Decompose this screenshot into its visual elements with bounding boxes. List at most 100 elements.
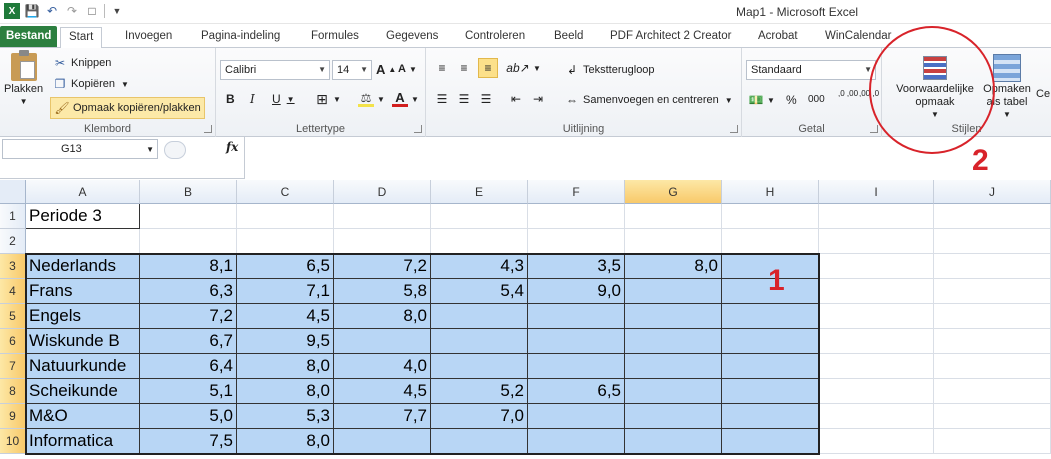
cell-e4[interactable]: 5,4: [431, 279, 528, 304]
cell-c2[interactable]: [237, 229, 334, 254]
cell-j1[interactable]: [934, 204, 1051, 229]
cell-j4[interactable]: [934, 279, 1051, 304]
cell-j2[interactable]: [934, 229, 1051, 254]
cell-i7[interactable]: [819, 354, 934, 379]
cell-j8[interactable]: [934, 379, 1051, 404]
customize-qat-icon[interactable]: ▼: [109, 3, 125, 19]
column-header-j[interactable]: J: [934, 180, 1051, 204]
cell-f5[interactable]: [528, 304, 625, 329]
bold-button[interactable]: B: [226, 92, 235, 106]
tab-formules[interactable]: Formules: [303, 27, 367, 48]
cell-c1[interactable]: [237, 204, 334, 229]
currency-button[interactable]: 💵 ▼: [748, 92, 775, 108]
cell-b9[interactable]: 5,0: [140, 404, 237, 429]
cell-a3[interactable]: Nederlands: [26, 254, 140, 279]
tab-wincalendar[interactable]: WinCalendar: [817, 27, 899, 48]
cell-g1[interactable]: [625, 204, 722, 229]
cell-e9[interactable]: 7,0: [431, 404, 528, 429]
insert-function-icon[interactable]: fx: [226, 140, 238, 154]
cell-e2[interactable]: [431, 229, 528, 254]
cell-j5[interactable]: [934, 304, 1051, 329]
cell-d8[interactable]: 4,5: [334, 379, 431, 404]
font-size-select[interactable]: 14 ▼: [332, 60, 372, 80]
cell-f6[interactable]: [528, 329, 625, 354]
row-header-1[interactable]: 1: [0, 204, 26, 229]
cell-g10[interactable]: [625, 429, 722, 454]
cell-e10[interactable]: [431, 429, 528, 454]
merge-center-button[interactable]: ⇔ Samenvoegen en centreren ▼: [564, 92, 733, 108]
cell-b5[interactable]: 7,2: [140, 304, 237, 329]
copy-button[interactable]: ❐ Kopiëren ▼: [52, 76, 129, 92]
cell-i1[interactable]: [819, 204, 934, 229]
cell-b7[interactable]: 6,4: [140, 354, 237, 379]
cell-e6[interactable]: [431, 329, 528, 354]
decrease-indent-button[interactable]: ⇤: [508, 91, 524, 107]
number-format-select[interactable]: Standaard ▼: [746, 60, 876, 80]
cell-a9[interactable]: M&O: [26, 404, 140, 429]
decrease-decimals-button[interactable]: ,00 ,0: [859, 90, 879, 98]
cell-i4[interactable]: [819, 279, 934, 304]
cell-a5[interactable]: Engels: [26, 304, 140, 329]
cell-j7[interactable]: [934, 354, 1051, 379]
cell-d4[interactable]: 5,8: [334, 279, 431, 304]
column-header-c[interactable]: C: [237, 180, 334, 204]
row-header-10[interactable]: 10: [0, 429, 26, 454]
increase-decimals-button[interactable]: ,0 ,00: [838, 90, 858, 98]
tab-gegevens[interactable]: Gegevens: [378, 27, 446, 48]
cell-b2[interactable]: [140, 229, 237, 254]
cell-h9[interactable]: [722, 404, 819, 429]
align-right-button[interactable]: ☰: [478, 91, 494, 107]
formula-input[interactable]: [244, 137, 1051, 179]
cell-g9[interactable]: [625, 404, 722, 429]
cell-j6[interactable]: [934, 329, 1051, 354]
cell-i6[interactable]: [819, 329, 934, 354]
align-left-button[interactable]: ☰: [434, 91, 450, 107]
tab-pagina-indeling[interactable]: Pagina-indeling: [193, 27, 288, 48]
thousands-button[interactable]: 000: [808, 94, 825, 105]
cell-e3[interactable]: 4,3: [431, 254, 528, 279]
cell-b10[interactable]: 7,5: [140, 429, 237, 454]
cell-a8[interactable]: Scheikunde: [26, 379, 140, 404]
cut-button[interactable]: ✂ Knippen: [52, 55, 111, 71]
font-color-button[interactable]: A ▼: [392, 90, 419, 107]
cell-c3[interactable]: 6,5: [237, 254, 334, 279]
cell-j3[interactable]: [934, 254, 1051, 279]
cell-c8[interactable]: 8,0: [237, 379, 334, 404]
format-as-table-button[interactable]: Opmaken als tabel ▼: [982, 54, 1032, 119]
cell-g3[interactable]: 8,0: [625, 254, 722, 279]
align-center-button[interactable]: ☰: [456, 91, 472, 107]
excel-icon[interactable]: X: [4, 3, 20, 19]
cell-b3[interactable]: 8,1: [140, 254, 237, 279]
cell-i2[interactable]: [819, 229, 934, 254]
column-header-i[interactable]: I: [819, 180, 934, 204]
cell-g2[interactable]: [625, 229, 722, 254]
column-header-g[interactable]: G: [625, 180, 722, 204]
cell-h5[interactable]: [722, 304, 819, 329]
cell-e7[interactable]: [431, 354, 528, 379]
number-launcher-icon[interactable]: [870, 125, 878, 133]
cell-styles-button[interactable]: Ce: [1036, 88, 1050, 100]
save-icon[interactable]: 💾: [24, 3, 40, 19]
row-header-8[interactable]: 8: [0, 379, 26, 404]
shrink-font-button[interactable]: A ▼: [398, 63, 417, 75]
cell-h10[interactable]: [722, 429, 819, 454]
cell-d7[interactable]: 4,0: [334, 354, 431, 379]
cell-h8[interactable]: [722, 379, 819, 404]
name-box[interactable]: G13 ▼: [2, 139, 158, 159]
cell-i8[interactable]: [819, 379, 934, 404]
alignment-launcher-icon[interactable]: [730, 125, 738, 133]
cell-c6[interactable]: 9,5: [237, 329, 334, 354]
tab-controleren[interactable]: Controleren: [457, 27, 533, 48]
cell-a1[interactable]: Periode 3: [26, 204, 140, 229]
cell-c5[interactable]: 4,5: [237, 304, 334, 329]
cell-h7[interactable]: [722, 354, 819, 379]
cell-a2[interactable]: [26, 229, 140, 254]
tab-acrobat[interactable]: Acrobat: [750, 27, 806, 48]
cell-h2[interactable]: [722, 229, 819, 254]
cell-i5[interactable]: [819, 304, 934, 329]
cell-b6[interactable]: 6,7: [140, 329, 237, 354]
align-middle-button[interactable]: ≡: [456, 60, 472, 76]
align-top-button[interactable]: ≡: [434, 60, 450, 76]
cell-a6[interactable]: Wiskunde B: [26, 329, 140, 354]
cell-h6[interactable]: [722, 329, 819, 354]
